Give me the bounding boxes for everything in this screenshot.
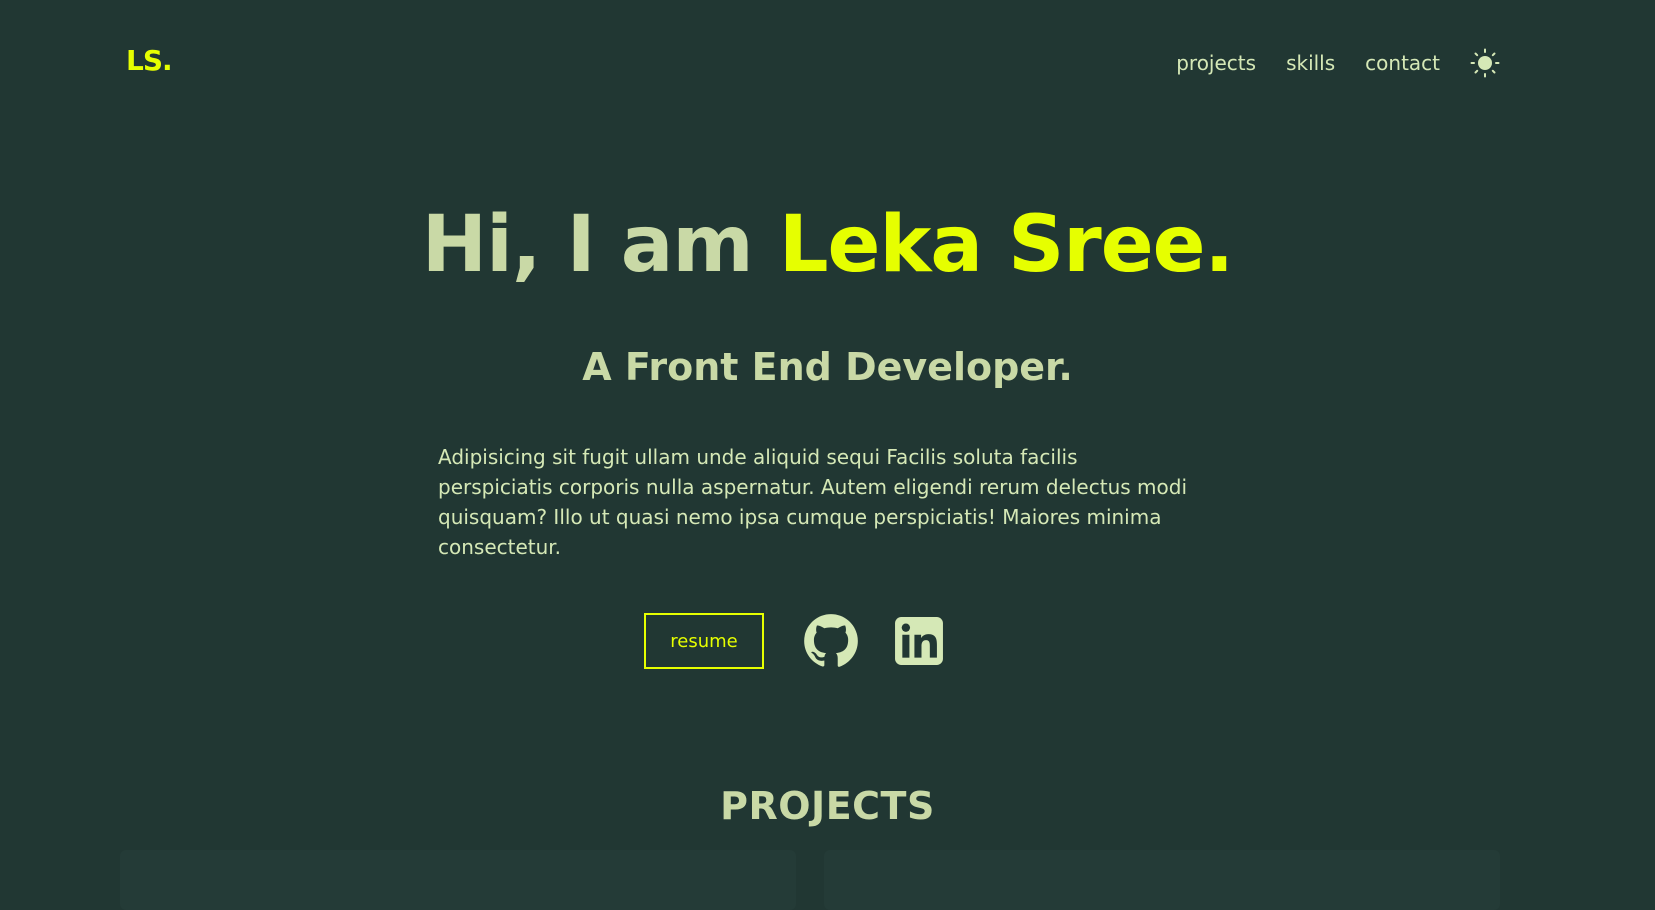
- project-card[interactable]: [824, 850, 1500, 910]
- nav-link-projects[interactable]: projects: [1176, 49, 1256, 77]
- project-card[interactable]: [120, 850, 796, 910]
- project-cards: [120, 850, 1500, 910]
- nav-link-skills[interactable]: skills: [1286, 49, 1335, 77]
- site-header: LS. projects skills contact: [0, 0, 1655, 124]
- linkedin-link[interactable]: [890, 612, 948, 670]
- linkedin-icon: [895, 617, 943, 665]
- resume-button[interactable]: resume: [644, 613, 764, 669]
- hero-actions: resume: [644, 612, 948, 670]
- site-logo[interactable]: LS.: [126, 44, 173, 77]
- hero-subtitle: A Front End Developer.: [582, 345, 1073, 389]
- sun-icon: [1470, 48, 1500, 78]
- theme-toggle-button[interactable]: [1470, 48, 1500, 78]
- main-nav: projects skills contact: [1146, 48, 1500, 78]
- hero-description: Adipisicing sit fugit ullam unde aliquid…: [438, 445, 1187, 559]
- github-link[interactable]: [802, 612, 860, 670]
- hero-greeting: Hi, I am: [421, 200, 779, 290]
- github-icon: [804, 614, 858, 667]
- hero-name: Leka Sree.: [778, 200, 1234, 290]
- nav-link-contact[interactable]: contact: [1365, 49, 1440, 77]
- projects-heading: PROJECTS: [720, 784, 935, 828]
- hero-title: Hi, I am Leka Sree.: [0, 200, 1655, 290]
